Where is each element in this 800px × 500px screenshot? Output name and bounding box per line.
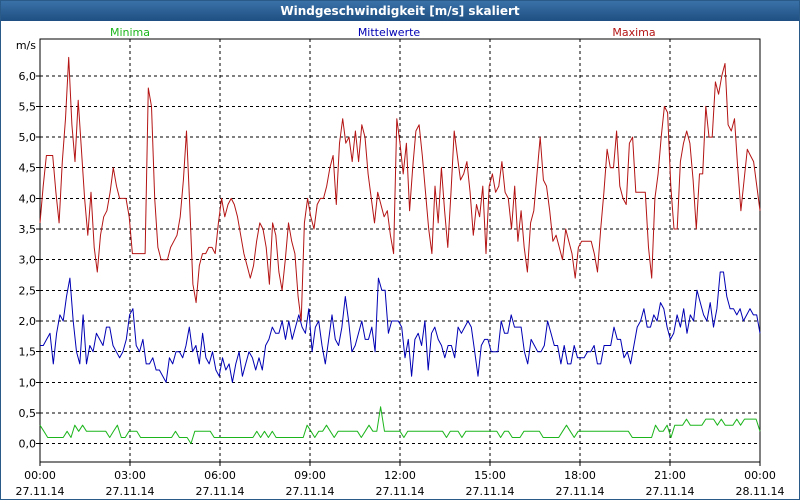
x-tick-time: 21:00 xyxy=(654,469,686,482)
x-tick-date: 27.11.14 xyxy=(376,485,425,498)
y-tick-label: 1,5 xyxy=(19,346,37,359)
x-tick-time: 00:00 xyxy=(744,469,776,482)
x-tick-time: 03:00 xyxy=(114,469,146,482)
y-tick-label: 3,0 xyxy=(19,254,37,267)
x-tick-time: 12:00 xyxy=(384,469,416,482)
y-tick-label: 4,0 xyxy=(19,192,37,205)
y-tick-label: 3,5 xyxy=(19,223,37,236)
y-tick-label: 0,0 xyxy=(19,438,37,451)
y-tick-label: 6,0 xyxy=(19,70,37,83)
y-tick-label: 5,0 xyxy=(19,131,37,144)
legend-label-minima: Minima xyxy=(110,26,150,39)
x-tick-date: 28.11.14 xyxy=(736,485,785,498)
x-tick-date: 27.11.14 xyxy=(556,485,605,498)
x-tick-time: 18:00 xyxy=(564,469,596,482)
axes xyxy=(36,38,761,466)
y-tick-label: 1,0 xyxy=(19,376,37,389)
y-tick-labels: 0,0 0,5 1,0 1,5 2,0 2,5 3,0 3,5 4,0 4,5 5,0 5,5 6,0 m… xyxy=(16,39,36,451)
x-tick-time: 06:00 xyxy=(204,469,236,482)
x-tick-time: 09:00 xyxy=(294,469,326,482)
y-tick-label: 5,5 xyxy=(19,100,37,113)
x-tick-date: 27.11.14 xyxy=(646,485,695,498)
y-tick-label: 2,0 xyxy=(19,315,37,328)
x-tick-date: 27.11.14 xyxy=(16,485,65,498)
x-tick-labels: 00:00 27.11.14 03:00 27.11.14 06:00 27.11.14 0… xyxy=(16,469,785,498)
x-tick-date: 27.11.14 xyxy=(466,485,515,498)
y-tick-label: 0,5 xyxy=(19,407,37,420)
x-tick-date: 27.11.14 xyxy=(286,485,335,498)
x-tick-date: 27.11.14 xyxy=(196,485,245,498)
chart-window: Windgeschwindigkeit [m/s] skaliert 0,0 0,… xyxy=(0,0,800,500)
x-tick-date: 27.11.14 xyxy=(106,485,155,498)
y-tick-label: 4,5 xyxy=(19,162,37,175)
line-chart: 0,0 0,5 1,0 1,5 2,0 2,5 3,0 3,5 4,0 4,5 5,0 5,5 6,0 m… xyxy=(16,26,785,498)
legend-label-maxima: Maxima xyxy=(612,26,655,39)
y-tick-label: 2,5 xyxy=(19,284,37,297)
x-tick-time: 00:00 xyxy=(24,469,56,482)
legend-label-mittelwerte: Mittelwerte xyxy=(358,26,421,39)
x-tick-time: 15:00 xyxy=(474,469,506,482)
legend: Minima Mittelwerte Maxima xyxy=(110,26,656,39)
y-axis-label: m/s xyxy=(16,39,36,52)
